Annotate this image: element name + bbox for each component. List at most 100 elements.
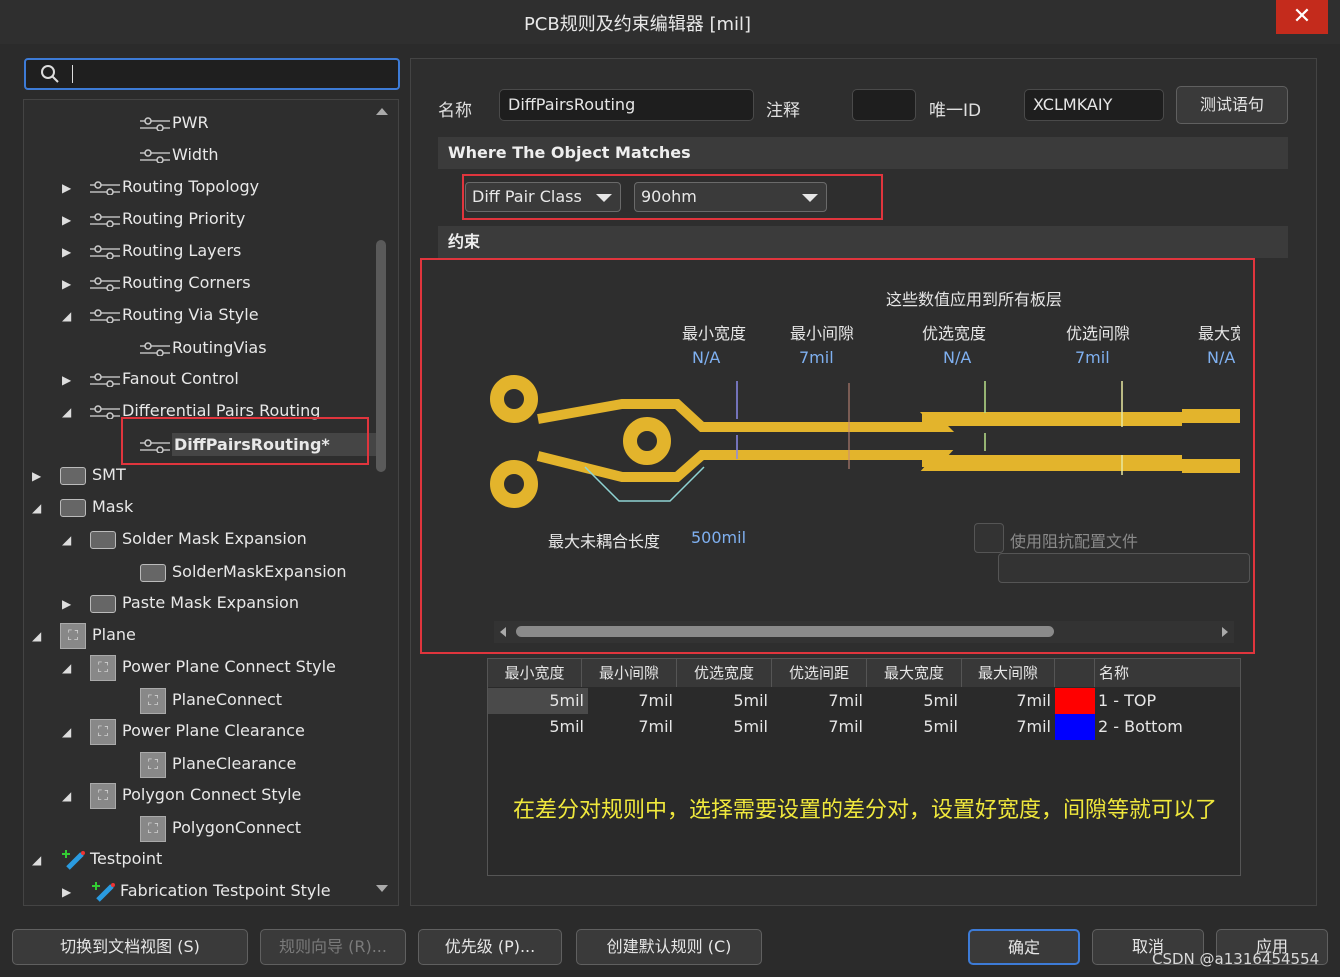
tree-item-label: Power Plane Clearance: [122, 721, 305, 740]
col-header[interactable]: 优选宽度: [677, 659, 772, 687]
tree-item[interactable]: ⛶ PlaneConnect: [112, 685, 282, 715]
expand-icon[interactable]: ▶: [32, 461, 46, 491]
priority-button[interactable]: 优先级 (P)...: [418, 929, 562, 965]
expand-icon[interactable]: ▶: [62, 365, 76, 395]
rule-icon: [140, 341, 170, 356]
where-matches-header: Where The Object Matches: [438, 137, 1288, 169]
rule-icon: [90, 244, 120, 259]
expand-icon[interactable]: ▶: [62, 269, 76, 299]
name-label: 名称: [438, 101, 472, 121]
scroll-up-icon[interactable]: [376, 108, 388, 115]
smt-icon: [60, 466, 86, 485]
tree-item[interactable]: ▶ Fabrication Testpoint Style: [62, 876, 331, 905]
collapse-icon[interactable]: ◢: [62, 397, 76, 427]
table-cell[interactable]: 5mil: [677, 714, 772, 740]
table-cell[interactable]: 5mil: [867, 714, 962, 740]
tree-item-label: PlaneClearance: [172, 754, 297, 773]
highlight-box-constraints: [420, 258, 1255, 654]
uid-field[interactable]: XCLMKAIY: [1024, 89, 1164, 121]
table-cell[interactable]: 7mil: [962, 688, 1055, 714]
rule-tree[interactable]: PWR Width ▶ Routing Topology ▶ Routing Priori…: [23, 99, 399, 906]
expand-icon[interactable]: ▶: [62, 237, 76, 267]
collapse-icon[interactable]: ◢: [32, 493, 46, 523]
collapse-icon[interactable]: ◢: [62, 301, 76, 331]
comment-field[interactable]: [852, 89, 916, 121]
tree-item[interactable]: ◢ ⛶ Plane: [32, 620, 136, 650]
tree-item[interactable]: ▶ Routing Priority: [62, 204, 245, 234]
col-header[interactable]: 最小宽度: [488, 659, 582, 687]
layer-name: 1 - TOP: [1098, 691, 1157, 710]
testpoint-icon: [92, 881, 115, 902]
tree-item-label: Polygon Connect Style: [122, 785, 302, 804]
tree-item-label: Routing Priority: [122, 209, 246, 228]
collapse-icon[interactable]: ◢: [62, 653, 76, 683]
plane-icon: ⛶: [90, 654, 116, 681]
col-header[interactable]: 优选间距: [772, 659, 867, 687]
search-input[interactable]: [24, 58, 400, 90]
table-cell[interactable]: 5mil: [867, 688, 962, 714]
tree-item-label: Plane: [92, 625, 136, 644]
text-cursor: [72, 65, 73, 83]
switch-view-button[interactable]: 切换到文档视图 (S): [12, 929, 248, 965]
table-cell[interactable]: 5mil: [488, 714, 588, 740]
tree-item[interactable]: ◢ Routing Via Style: [62, 300, 259, 330]
table-cell[interactable]: 7mil: [582, 688, 677, 714]
test-query-button[interactable]: 测试语句: [1176, 86, 1288, 124]
collapse-icon[interactable]: ◢: [62, 525, 76, 555]
tree-item[interactable]: ◢ Testpoint: [32, 844, 162, 874]
table-cell[interactable]: 7mil: [582, 714, 677, 740]
ok-button[interactable]: 确定: [968, 929, 1080, 965]
tree-item-label: Routing Via Style: [122, 305, 259, 324]
table-cell[interactable]: 5mil: [677, 688, 772, 714]
expand-icon[interactable]: ▶: [62, 877, 76, 905]
col-header[interactable]: 最大间隙: [962, 659, 1055, 687]
rule-icon: [90, 372, 120, 387]
tree-item[interactable]: ⛶ PolygonConnect: [112, 813, 301, 843]
col-header[interactable]: [1055, 659, 1095, 687]
tree-item-label: Routing Corners: [122, 273, 251, 292]
col-header[interactable]: 名称: [1095, 659, 1240, 687]
layer-table[interactable]: 最小宽度 最小间隙 优选宽度 优选间距 最大宽度 最大间隙 名称 5mil 7mi…: [487, 658, 1241, 876]
tree-item[interactable]: ▶ Paste Mask Expansion: [62, 588, 299, 618]
tree-item[interactable]: ◢ ⛶ Polygon Connect Style: [62, 780, 301, 810]
close-button[interactable]: ✕: [1276, 0, 1328, 34]
expand-icon[interactable]: ▶: [62, 205, 76, 235]
tree-item[interactable]: ◢ ⛶ Power Plane Clearance: [62, 716, 305, 746]
collapse-icon[interactable]: ◢: [32, 621, 46, 651]
tree-item[interactable]: RoutingVias: [112, 333, 267, 363]
expand-icon[interactable]: ▶: [62, 173, 76, 203]
rule-icon: [90, 180, 120, 195]
collapse-icon[interactable]: ◢: [32, 845, 46, 875]
rule-icon: [90, 276, 120, 291]
col-header[interactable]: 最小间隙: [582, 659, 677, 687]
tree-scrollbar[interactable]: [376, 240, 386, 472]
tree-item[interactable]: ◢ Mask: [32, 492, 133, 522]
tree-item[interactable]: ▶ Routing Corners: [62, 268, 251, 298]
create-default-rules-button[interactable]: 创建默认规则 (C): [576, 929, 762, 965]
rule-icon: [90, 212, 120, 227]
comment-label: 注释: [766, 101, 800, 121]
tree-item[interactable]: Width: [112, 140, 218, 170]
tree-item[interactable]: ◢ Solder Mask Expansion: [62, 524, 307, 554]
tree-item[interactable]: ◢ ⛶ Power Plane Connect Style: [62, 652, 336, 682]
table-cell[interactable]: 7mil: [772, 714, 867, 740]
tree-item[interactable]: ⛶ PlaneClearance: [112, 749, 296, 779]
collapse-icon[interactable]: ◢: [62, 717, 76, 747]
table-cell[interactable]: 5mil: [488, 688, 588, 714]
expand-icon[interactable]: ▶: [62, 589, 76, 619]
table-cell[interactable]: 7mil: [962, 714, 1055, 740]
tree-item-label: Paste Mask Expansion: [122, 593, 299, 612]
rule-wizard-button[interactable]: 规则向导 (R)...: [260, 929, 406, 965]
table-cell[interactable]: 7mil: [772, 688, 867, 714]
tree-item[interactable]: ▶ Routing Layers: [62, 236, 241, 266]
tree-item[interactable]: ▶ Fanout Control: [62, 364, 239, 394]
scroll-down-icon[interactable]: [376, 885, 388, 892]
tree-item[interactable]: SolderMaskExpansion: [112, 557, 347, 587]
name-field[interactable]: DiffPairsRouting: [499, 89, 754, 121]
collapse-icon[interactable]: ◢: [62, 781, 76, 811]
layer-color-swatch: [1055, 714, 1095, 740]
tree-item[interactable]: PWR: [112, 108, 209, 138]
tree-item[interactable]: ▶ SMT: [32, 460, 126, 490]
tree-item[interactable]: ▶ Routing Topology: [62, 172, 259, 202]
col-header[interactable]: 最大宽度: [867, 659, 962, 687]
